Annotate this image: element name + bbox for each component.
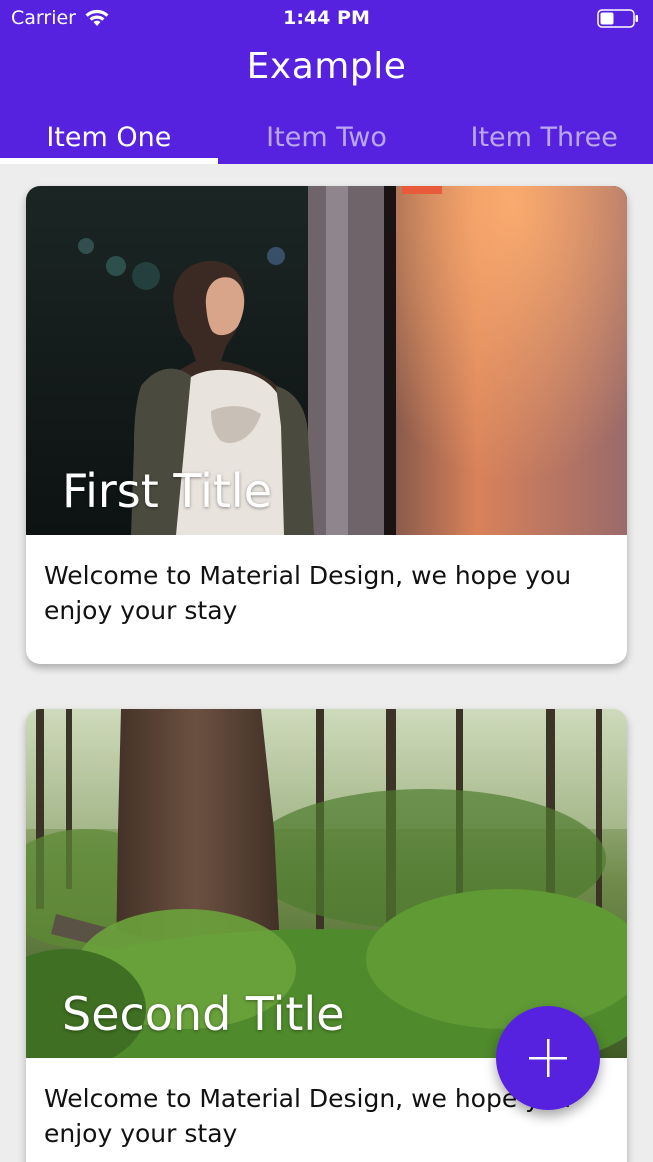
card-description: Welcome to Material Design, we hope you … [44, 561, 572, 625]
plus-icon [529, 1039, 567, 1077]
status-bar: Carrier 1:44 PM [0, 0, 653, 36]
card-title: Second Title [62, 987, 345, 1041]
card-image-woman-night: First Title [26, 186, 627, 535]
tab-indicator [0, 158, 218, 164]
app-header: Carrier 1:44 PM Example Item One Item Tw… [0, 0, 653, 164]
card-image-forest: Second Title [26, 709, 627, 1058]
status-time: 1:44 PM [283, 7, 370, 29]
tab-item-two[interactable]: Item Two [218, 114, 436, 164]
card-first[interactable]: First Title Welcome to Material Design, … [26, 186, 627, 664]
tab-item-one[interactable]: Item One [0, 114, 218, 164]
tab-item-three[interactable]: Item Three [435, 114, 653, 164]
card-title: First Title [62, 464, 273, 518]
battery-icon [597, 9, 638, 28]
tab-bar: Item One Item Two Item Three [0, 114, 653, 164]
app-title: Example [246, 46, 407, 87]
add-fab-button[interactable] [496, 1006, 600, 1110]
